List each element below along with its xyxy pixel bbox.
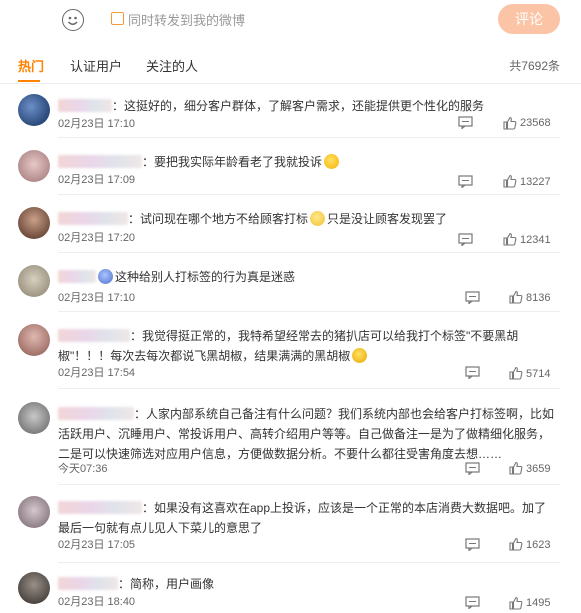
avatar[interactable] — [18, 402, 50, 434]
commenter-name[interactable] — [58, 501, 142, 514]
reply-icon[interactable] — [465, 291, 480, 304]
like-icon[interactable] — [509, 596, 523, 610]
comment-time: 02月23日 17:54 — [58, 367, 136, 379]
total-comment-count: 共7692条 — [509, 59, 560, 73]
reply-icon[interactable] — [465, 462, 480, 475]
think-emoji — [98, 269, 113, 284]
tab-following[interactable]: 关注的人 — [146, 56, 198, 75]
tab-verified-users[interactable]: 认证用户 — [70, 56, 122, 75]
comment-time: 今天07:36 — [58, 463, 108, 475]
comment-text: ：要把我实际年龄看老了我就投诉 — [142, 155, 323, 169]
commenter-name[interactable] — [58, 212, 128, 225]
comment-text: ：这挺好的，细分客户群体，了解客户需求，还能提供更个性化的服务 — [112, 99, 485, 113]
like-icon[interactable] — [503, 116, 517, 130]
reply-icon[interactable] — [465, 538, 480, 551]
divider — [58, 388, 560, 389]
divider — [58, 562, 560, 563]
grin-emoji — [324, 154, 340, 169]
repost-label: 同时转发到我的微博 — [128, 13, 246, 28]
comment-time: 02月23日 17:10 — [58, 292, 136, 304]
submit-comment-button[interactable]: 评论 — [498, 4, 560, 34]
divider — [58, 484, 560, 485]
commenter-name[interactable] — [58, 329, 130, 342]
avatar[interactable] — [18, 324, 50, 356]
composer-bar: 同时转发到我的微博 评论 — [0, 0, 581, 42]
comment-time: 02月23日 18:40 — [58, 596, 136, 608]
avatar[interactable] — [18, 94, 50, 126]
comment-text: 这种给别人打标签的行为真是迷惑 — [115, 270, 296, 284]
divider — [58, 194, 560, 195]
avatar[interactable] — [18, 572, 50, 604]
comment-time: 02月23日 17:10 — [58, 118, 136, 130]
like-count: 8136 — [526, 292, 551, 304]
repost-checkbox[interactable] — [111, 12, 124, 25]
grimace-emoji — [310, 211, 326, 226]
comment-text-continued: 只是没让顾客发现罢了 — [327, 212, 448, 226]
comment-text: ：试问现在哪个地方不给顾客打标 — [128, 212, 309, 226]
commenter-name[interactable] — [58, 407, 134, 420]
comment-time: 02月23日 17:05 — [58, 539, 136, 551]
like-count: 23568 — [520, 117, 551, 129]
avatar[interactable] — [18, 265, 50, 297]
avatar[interactable] — [18, 496, 50, 528]
like-icon[interactable] — [503, 174, 517, 188]
comment-time: 02月23日 17:20 — [58, 232, 136, 244]
avatar[interactable] — [18, 150, 50, 182]
like-count: 5714 — [526, 368, 551, 380]
comment-time: 02月23日 17:09 — [58, 174, 136, 186]
reply-icon[interactable] — [458, 233, 473, 246]
tab-hot[interactable]: 热门 — [18, 56, 44, 75]
like-count: 13227 — [520, 176, 551, 188]
reply-icon[interactable] — [458, 116, 473, 129]
like-count: 12341 — [520, 234, 551, 246]
like-count: 1623 — [526, 539, 551, 551]
like-icon[interactable] — [509, 290, 523, 304]
divider — [58, 311, 560, 312]
commenter-name[interactable] — [58, 99, 112, 112]
divider — [58, 252, 560, 253]
commenter-name[interactable] — [58, 577, 118, 590]
active-tab-indicator — [18, 80, 40, 82]
commenter-name[interactable] — [58, 155, 142, 168]
comment-tabs: 热门 认证用户 关注的人 共7692条 — [0, 50, 581, 84]
divider — [58, 137, 560, 138]
reply-icon[interactable] — [465, 366, 480, 379]
smiley-icon[interactable] — [62, 9, 84, 31]
like-icon[interactable] — [509, 366, 523, 380]
like-count: 1495 — [526, 597, 551, 609]
comment-text: ：简称，用户画像 — [118, 577, 215, 591]
like-icon[interactable] — [503, 232, 517, 246]
reply-icon[interactable] — [458, 175, 473, 188]
cry-emoji — [352, 348, 368, 363]
like-icon[interactable] — [509, 461, 523, 475]
avatar[interactable] — [18, 207, 50, 239]
reply-icon[interactable] — [465, 596, 480, 609]
like-icon[interactable] — [509, 537, 523, 551]
like-count: 3659 — [526, 463, 551, 475]
commenter-name[interactable] — [58, 270, 96, 283]
